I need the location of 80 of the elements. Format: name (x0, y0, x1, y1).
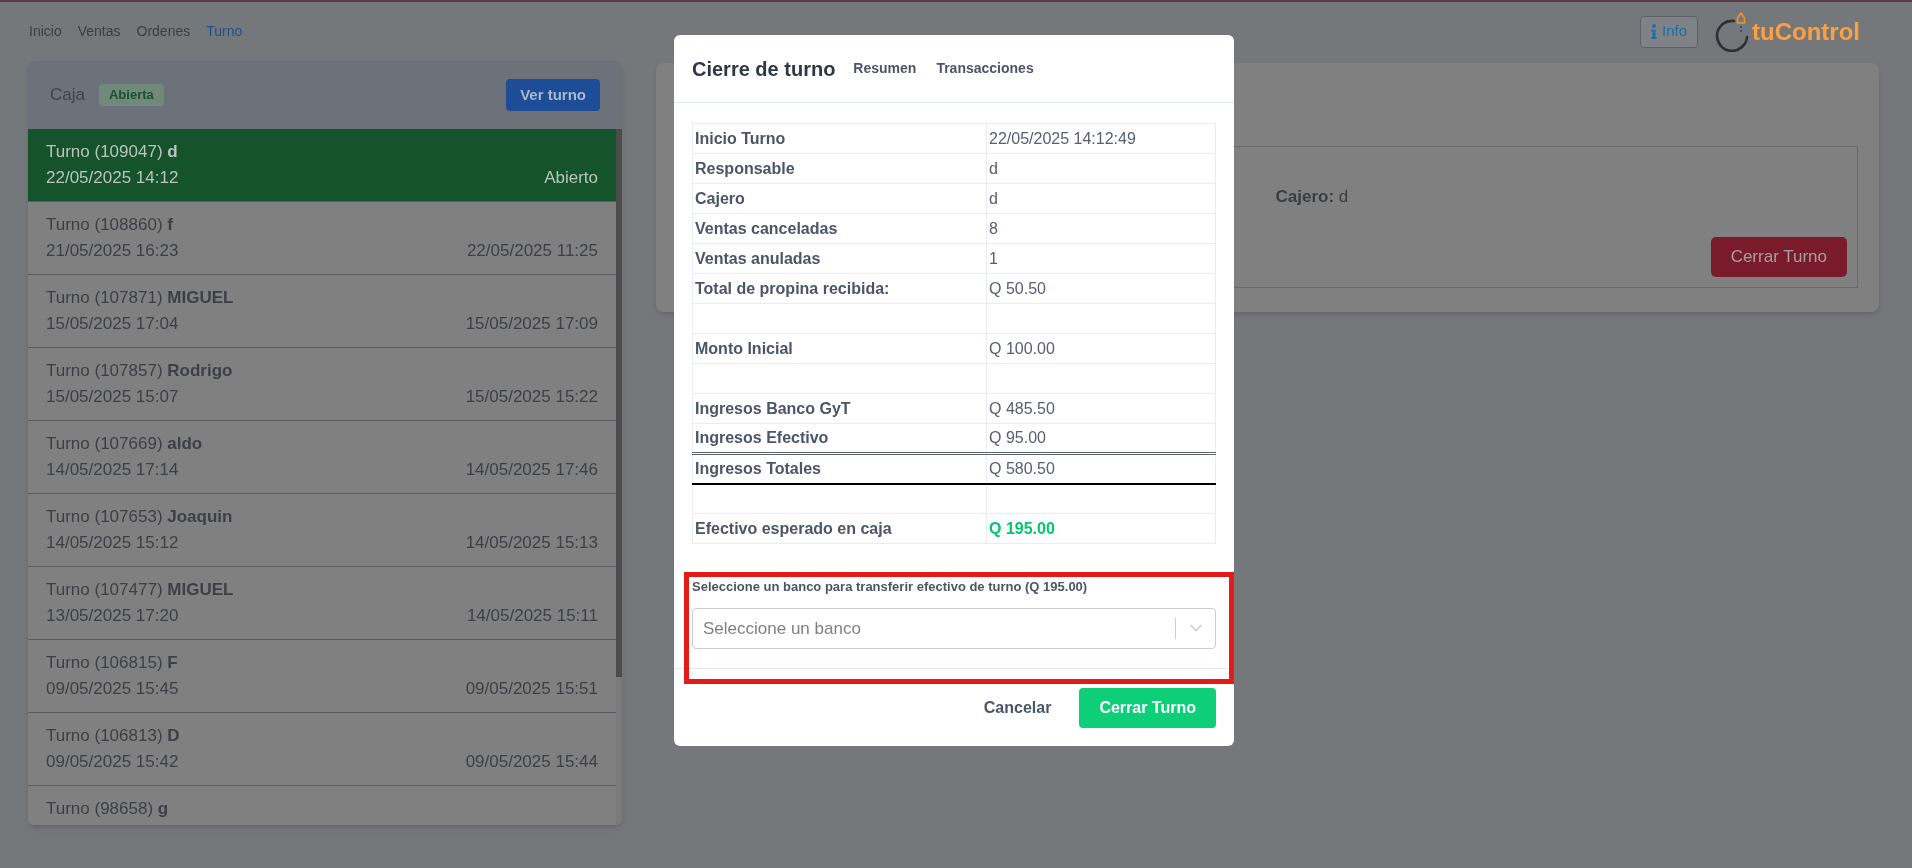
shift-end-time: 15/05/2025 17:09 (465, 313, 598, 335)
modal-title: Cierre de turno (692, 56, 836, 82)
row-label: Ingresos Totales (692, 453, 987, 484)
shift-start-time: 14/05/2025 17:14 (46, 459, 179, 481)
shift-title: Turno (107669) aldo (46, 433, 203, 455)
scrollbar-thumb[interactable] (616, 129, 622, 677)
shift-title: Turno (106815) F (46, 652, 178, 674)
row-value: Q 195.00 (986, 513, 1216, 544)
shift-title: Turno (107857) Rodrigo (46, 360, 233, 382)
shift-start-time: 09/05/2025 15:42 (46, 751, 179, 773)
shift-status: Abierto (544, 167, 598, 189)
row-label: Ingresos Efectivo (692, 423, 987, 454)
close-shift-button[interactable]: Cerrar Turno (1710, 237, 1847, 277)
cancel-button[interactable]: Cancelar (967, 687, 1068, 728)
status-badge: Abierta (98, 84, 164, 106)
row-label: Cajero (692, 183, 987, 214)
shift-list-item[interactable]: Turno (107857) Rodrigo 15/05/2025 15:07 15/05/2025 15:22 (28, 348, 616, 421)
shift-list-item[interactable]: Turno (108860) f 21/05/2025 16:23 22/05/2025 11:25 (28, 202, 616, 275)
shift-end-time: 09/05/2025 15:51 (465, 678, 598, 700)
shift-list-item[interactable]: Turno (107653) Joaquin 14/05/2025 15:12 14/05/2025 15:13 (28, 494, 616, 567)
row-label: Responsable (692, 153, 987, 184)
shift-end-time: 15/05/2025 15:22 (465, 386, 598, 408)
row-label: Ingresos Banco GyT (692, 393, 987, 424)
row-label: Ventas anuladas (692, 243, 987, 274)
tab[interactable]: Resumen (845, 58, 925, 79)
shift-end-time: 22/05/2025 11:25 (466, 240, 598, 262)
shift-list-item[interactable]: Turno (107477) MIGUEL 13/05/2025 17:20 14/05/2025 15:11 (28, 567, 616, 640)
confirm-close-shift-button[interactable]: Cerrar Turno (1079, 687, 1216, 728)
shift-end-time: 14/05/2025 15:11 (466, 605, 598, 627)
shift-start-time: 13/05/2025 17:20 (46, 605, 179, 627)
row-value: Q 580.50 (986, 453, 1216, 484)
nav-link[interactable]: Ventas (77, 21, 121, 42)
row-value: Q 485.50 (986, 393, 1216, 424)
shift-list-item[interactable]: Turno (107871) MIGUEL 15/05/2025 17:04 15/05/2025 17:09 (28, 275, 616, 348)
shift-list-item[interactable]: Turno (106813) D 09/05/2025 15:42 09/05/2025 15:44 (28, 713, 616, 786)
shift-start-time: 15/05/2025 17:04 (46, 313, 179, 335)
shift-end-time: 14/05/2025 15:13 (465, 532, 598, 554)
info-icon (1651, 24, 1657, 39)
row-value: 22/05/2025 14:12:49 (986, 123, 1216, 154)
shift-title: Turno (106813) D (46, 725, 180, 747)
row-label: Efectivo esperado en caja (692, 513, 987, 544)
shift-title: Turno (109047) d (46, 141, 178, 163)
shift-start-time: 22/05/2025 14:12 (46, 167, 179, 189)
shift-start-time: 21/05/2025 16:23 (46, 240, 179, 262)
bank-select[interactable]: Seleccione un banco (692, 608, 1216, 649)
row-value: Q 50.50 (986, 273, 1216, 304)
row-value: Q 95.00 (986, 423, 1216, 454)
shift-list-item[interactable]: Turno (107669) aldo 14/05/2025 17:14 14/05/2025 17:46 (28, 421, 616, 494)
row-label: Inicio Turno (692, 123, 987, 154)
shift-start-time: 14/05/2025 15:12 (46, 532, 179, 554)
shift-list-item[interactable]: Turno (109047) d 22/05/2025 14:12 Abierto (28, 129, 616, 202)
shift-title: Turno (107477) MIGUEL (46, 579, 234, 601)
row-value: 1 (986, 243, 1216, 274)
info-button[interactable]: Info (1640, 15, 1699, 48)
shift-title: Turno (107653) Joaquin (46, 506, 233, 528)
row-label: Monto Inicial (692, 333, 987, 364)
tab[interactable]: Transacciones (928, 58, 1042, 79)
bank-transfer-label: Seleccione un banco para transferir efectivo de turno (Q 195.00) (692, 578, 1089, 596)
logo-text: tuControl (1752, 16, 1860, 47)
shift-end-time: 09/05/2025 15:44 (465, 751, 598, 773)
shift-title: Turno (108860) f (46, 214, 173, 236)
row-label: Total de propina recibida: (692, 273, 987, 304)
shift-title: Turno (98658) g (46, 798, 169, 820)
row-value: Q 100.00 (986, 333, 1216, 364)
shift-end-time: 14/05/2025 17:46 (465, 459, 598, 481)
nav-link[interactable]: Turno (206, 21, 243, 42)
shift-start-time: 15/05/2025 15:07 (46, 386, 179, 408)
row-label: Ventas canceladas (692, 213, 987, 244)
view-shift-button[interactable]: Ver turno (506, 79, 600, 111)
row-value: d (986, 183, 1216, 214)
shift-list-item[interactable]: Turno (98658) g (28, 786, 616, 825)
shift-start-time: 09/05/2025 15:45 (46, 678, 179, 700)
nav-link[interactable]: Ordenes (136, 21, 191, 42)
row-value: 8 (986, 213, 1216, 244)
cashier-text: Cajero: d (1274, 186, 1350, 209)
shift-list-item[interactable]: Turno (106815) F 09/05/2025 15:45 09/05/2025 15:51 (28, 640, 616, 713)
rocket-ring-icon (1714, 11, 1751, 52)
row-value: d (986, 153, 1216, 184)
shift-title: Turno (107871) MIGUEL (46, 287, 234, 309)
nav-link[interactable]: Inicio (29, 21, 62, 42)
